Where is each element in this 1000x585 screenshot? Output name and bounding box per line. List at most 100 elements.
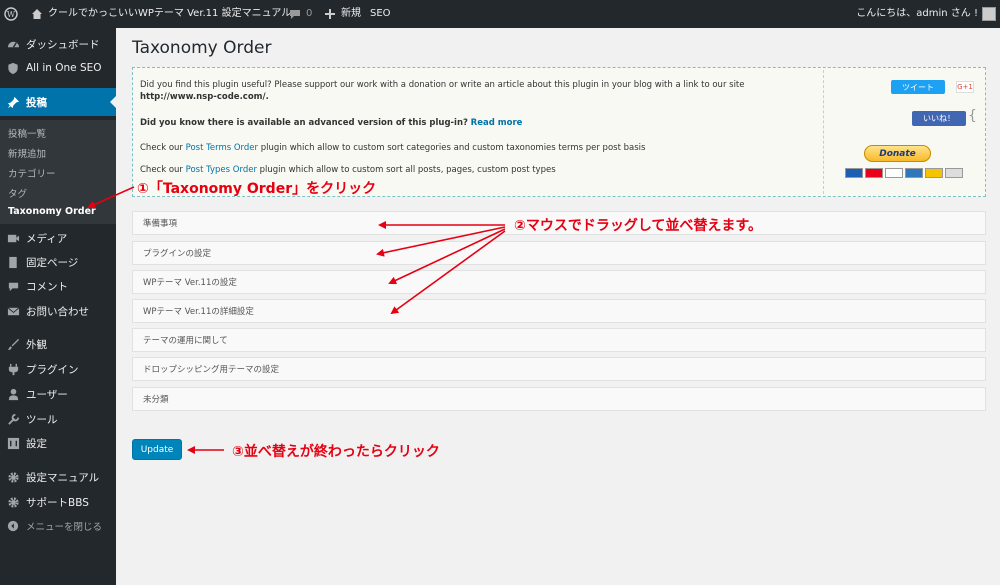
dashboard-icon (6, 37, 20, 51)
term-label: ドロップシッピング用テーマの設定 (143, 365, 280, 375)
sidebar-item-label: 外観 (26, 338, 47, 351)
annotation-step-3: ③並べ替えが終わったらクリック (232, 444, 440, 460)
submenu-add-new[interactable]: 新規追加 (8, 146, 46, 160)
payment-cards (845, 168, 963, 178)
page-title: Taxonomy Order (132, 38, 272, 58)
term-row[interactable]: 未分類 (132, 387, 986, 411)
wordpress-logo-icon[interactable]: W (4, 0, 18, 28)
comments-count: 0 (306, 8, 313, 19)
sidebar-item-label: サポートBBS (26, 496, 89, 509)
sidebar-item-label: プラグイン (26, 363, 79, 376)
post-types-order-link[interactable]: Post Types Order (186, 165, 257, 175)
update-button[interactable]: Update (132, 439, 182, 460)
new-content-link[interactable]: 新規 (323, 0, 361, 28)
sidebar-item-settings-manual[interactable]: 設定マニュアル (0, 466, 116, 488)
term-label: プラグインの設定 (143, 249, 212, 259)
submenu-tags[interactable]: タグ (8, 186, 27, 200)
card-visa-icon (845, 168, 863, 178)
info-line-4-post: plugin which allow to custom sort all po… (259, 165, 556, 175)
sidebar-item-contact[interactable]: お問い合わせ (0, 300, 116, 322)
submenu-categories[interactable]: カテゴリー (8, 166, 56, 180)
sidebar-item-support-bbs[interactable]: サポートBBS (0, 491, 116, 513)
post-terms-order-link[interactable]: Post Terms Order (186, 143, 258, 153)
sidebar-item-all-in-one-seo[interactable]: All in One SEO (0, 57, 116, 79)
info-line-4: Check our Post Types Order plugin which … (140, 165, 556, 175)
term-row[interactable]: ドロップシッピング用テーマの設定 (132, 357, 986, 381)
info-line-3-pre: Check our (140, 143, 183, 153)
donate-button[interactable]: Donate (864, 145, 931, 162)
admin-bar: W クールでかっこいいWPテーマ Ver.11 設定マニュアル 0 新規 SEO… (0, 0, 1000, 28)
sidebar-item-plugins[interactable]: プラグイン (0, 358, 116, 380)
sidebar-item-label: 固定ページ (26, 256, 79, 269)
term-row[interactable]: テーマの運用に関して (132, 328, 986, 352)
tweet-button[interactable]: ツイート (891, 80, 945, 94)
term-row[interactable]: WPテーマ Ver.11の設定 (132, 270, 986, 294)
info-line-2-text: Did you know there is available an advan… (140, 118, 468, 128)
sidebar-item-label: メディア (26, 232, 68, 245)
sidebar-item-label: コメント (26, 280, 68, 293)
comment-icon (6, 279, 20, 293)
sidebar-item-label: All in One SEO (26, 62, 102, 74)
term-label: 準備事項 (143, 219, 178, 229)
submenu-all-posts[interactable]: 投稿一覧 (8, 126, 46, 140)
info-line-3-post: plugin which allow to custom sort catego… (260, 143, 646, 153)
info-line-4-pre: Check our (140, 165, 183, 175)
settings-icon (6, 436, 20, 450)
page-icon (6, 255, 20, 269)
sidebar-item-settings[interactable]: 設定 (0, 432, 116, 454)
card-bank-icon (945, 168, 963, 178)
sidebar-item-label: ツール (26, 413, 58, 426)
like-label: いいね！ (923, 114, 955, 123)
term-label: WPテーマ Ver.11の詳細設定 (143, 307, 254, 317)
sidebar-item-posts[interactable]: 投稿 (0, 88, 116, 116)
annotation-step-2: ②マウスでドラッグして並べ替えます。 (514, 218, 763, 234)
term-label: テーマの運用に関して (143, 336, 228, 346)
info-line-1-url[interactable]: http://www.nsp-code.com/. (140, 92, 269, 102)
plugin-icon (6, 362, 20, 376)
home-icon (32, 9, 42, 19)
sidebar-item-users[interactable]: ユーザー (0, 383, 116, 405)
info-line-2: Did you know there is available an advan… (140, 118, 522, 128)
plus-icon (325, 9, 335, 19)
gplus-button[interactable]: G+1 (956, 81, 974, 93)
collapse-menu-button[interactable]: メニューを閉じる (0, 515, 116, 537)
svg-text:W: W (7, 10, 16, 19)
account-menu[interactable]: こんにちは、admin さん ! (856, 0, 996, 28)
submenu-taxonomy-order[interactable]: Taxonomy Order (8, 206, 96, 217)
like-count-bubble: { (968, 108, 977, 124)
read-more-link[interactable]: Read more (471, 118, 523, 128)
gear-icon (6, 495, 20, 509)
sidebar-item-dashboard[interactable]: ダッシュボード (0, 33, 116, 55)
comments-link[interactable]: 0 (288, 0, 312, 28)
term-row[interactable]: WPテーマ Ver.11の詳細設定 (132, 299, 986, 323)
wrench-icon (6, 412, 20, 426)
site-name-link[interactable]: クールでかっこいいWPテーマ Ver.11 設定マニュアル (30, 0, 291, 28)
facebook-like-button[interactable]: いいね！ (912, 111, 966, 126)
sidebar-item-label: 投稿 (26, 96, 47, 109)
sidebar-item-media[interactable]: メディア (0, 227, 116, 249)
posts-submenu: 投稿一覧 新規追加 カテゴリー タグ Taxonomy Order (0, 120, 116, 224)
media-icon (6, 231, 20, 245)
card-mastercard-icon (865, 168, 883, 178)
term-label: 未分類 (143, 395, 169, 405)
gear-icon (6, 470, 20, 484)
sidebar-item-comments[interactable]: コメント (0, 275, 116, 297)
info-line-1: Did you find this plugin useful? Please … (140, 80, 745, 90)
card-amex-icon (905, 168, 923, 178)
sidebar-item-pages[interactable]: 固定ページ (0, 251, 116, 273)
annotation-step-1: ①「Taxonomy Order」をクリック (137, 181, 377, 197)
sidebar-item-label: ダッシュボード (26, 38, 100, 51)
term-row[interactable]: プラグインの設定 (132, 241, 986, 265)
pin-icon (6, 95, 20, 109)
avatar (982, 7, 996, 21)
comment-icon (290, 10, 300, 19)
sidebar-item-appearance[interactable]: 外観 (0, 333, 116, 355)
site-title: クールでかっこいいWPテーマ Ver.11 設定マニュアル (48, 8, 292, 19)
seo-label: SEO (370, 8, 391, 19)
card-echeck-icon (925, 168, 943, 178)
sidebar-item-label: ユーザー (26, 388, 68, 401)
active-indicator (110, 96, 116, 108)
sidebar-item-label: 設定マニュアル (26, 471, 100, 484)
sidebar-item-tools[interactable]: ツール (0, 408, 116, 430)
seo-link[interactable]: SEO (370, 0, 391, 28)
